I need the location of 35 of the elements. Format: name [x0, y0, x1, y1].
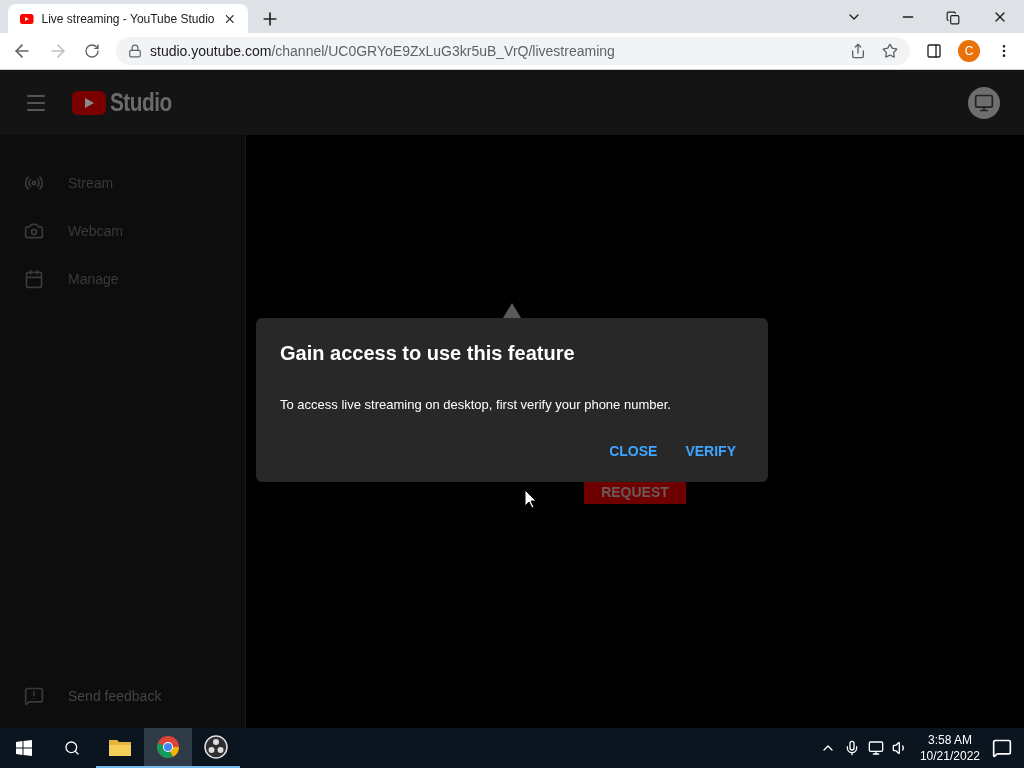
studio-logo: Studio — [110, 86, 172, 119]
network-icon[interactable] — [867, 740, 884, 756]
search-icon — [64, 740, 80, 756]
dialog-message: To access live streaming on desktop, first verify your phone number. — [280, 396, 672, 414]
chrome-icon — [156, 735, 180, 759]
pointer-triangle-icon — [503, 303, 521, 318]
profile-avatar[interactable]: C — [958, 40, 980, 62]
lock-icon — [128, 44, 142, 58]
side-panel-icon[interactable] — [926, 43, 942, 59]
reload-icon[interactable] — [84, 43, 100, 59]
broadcast-icon — [24, 173, 44, 193]
feedback-icon — [24, 686, 44, 706]
browser-tab[interactable]: Live streaming - YouTube Studio — [8, 4, 248, 33]
notifications-icon[interactable] — [992, 738, 1012, 758]
dialog-button[interactable]: CLOSE — [601, 437, 666, 466]
dialog-title: Gain access to use this feature — [280, 341, 576, 366]
obs-icon — [204, 735, 228, 759]
cursor-icon — [525, 490, 537, 508]
address-field[interactable]: studio.youtube.com/channel/UC0GRYoE9ZxLuG3kr5uB_VrQ/livestreaming — [116, 37, 910, 65]
bookmark-icon[interactable] — [882, 43, 898, 59]
taskbar-app[interactable] — [144, 728, 192, 768]
restore-icon[interactable] — [946, 11, 960, 25]
youtube-icon — [20, 12, 34, 25]
youtube-logo-icon — [72, 90, 106, 115]
camera-icon — [24, 221, 44, 241]
windows-icon — [16, 740, 32, 756]
clock[interactable]: 3:58 AM 10/21/2022 — [919, 732, 980, 764]
dialog-button[interactable]: VERIFY — [677, 437, 744, 466]
tab-title: Live streaming - YouTube Studio — [41, 10, 215, 28]
account-avatar[interactable] — [968, 86, 1000, 119]
url-text: studio.youtube.com/channel/UC0GRYoE9ZxLuG3kr5uB_VrQ/livestreaming — [150, 41, 616, 61]
monitor-icon — [974, 92, 994, 113]
folder-icon — [108, 737, 132, 757]
share-icon[interactable] — [850, 43, 866, 59]
calendar-icon — [24, 269, 44, 289]
